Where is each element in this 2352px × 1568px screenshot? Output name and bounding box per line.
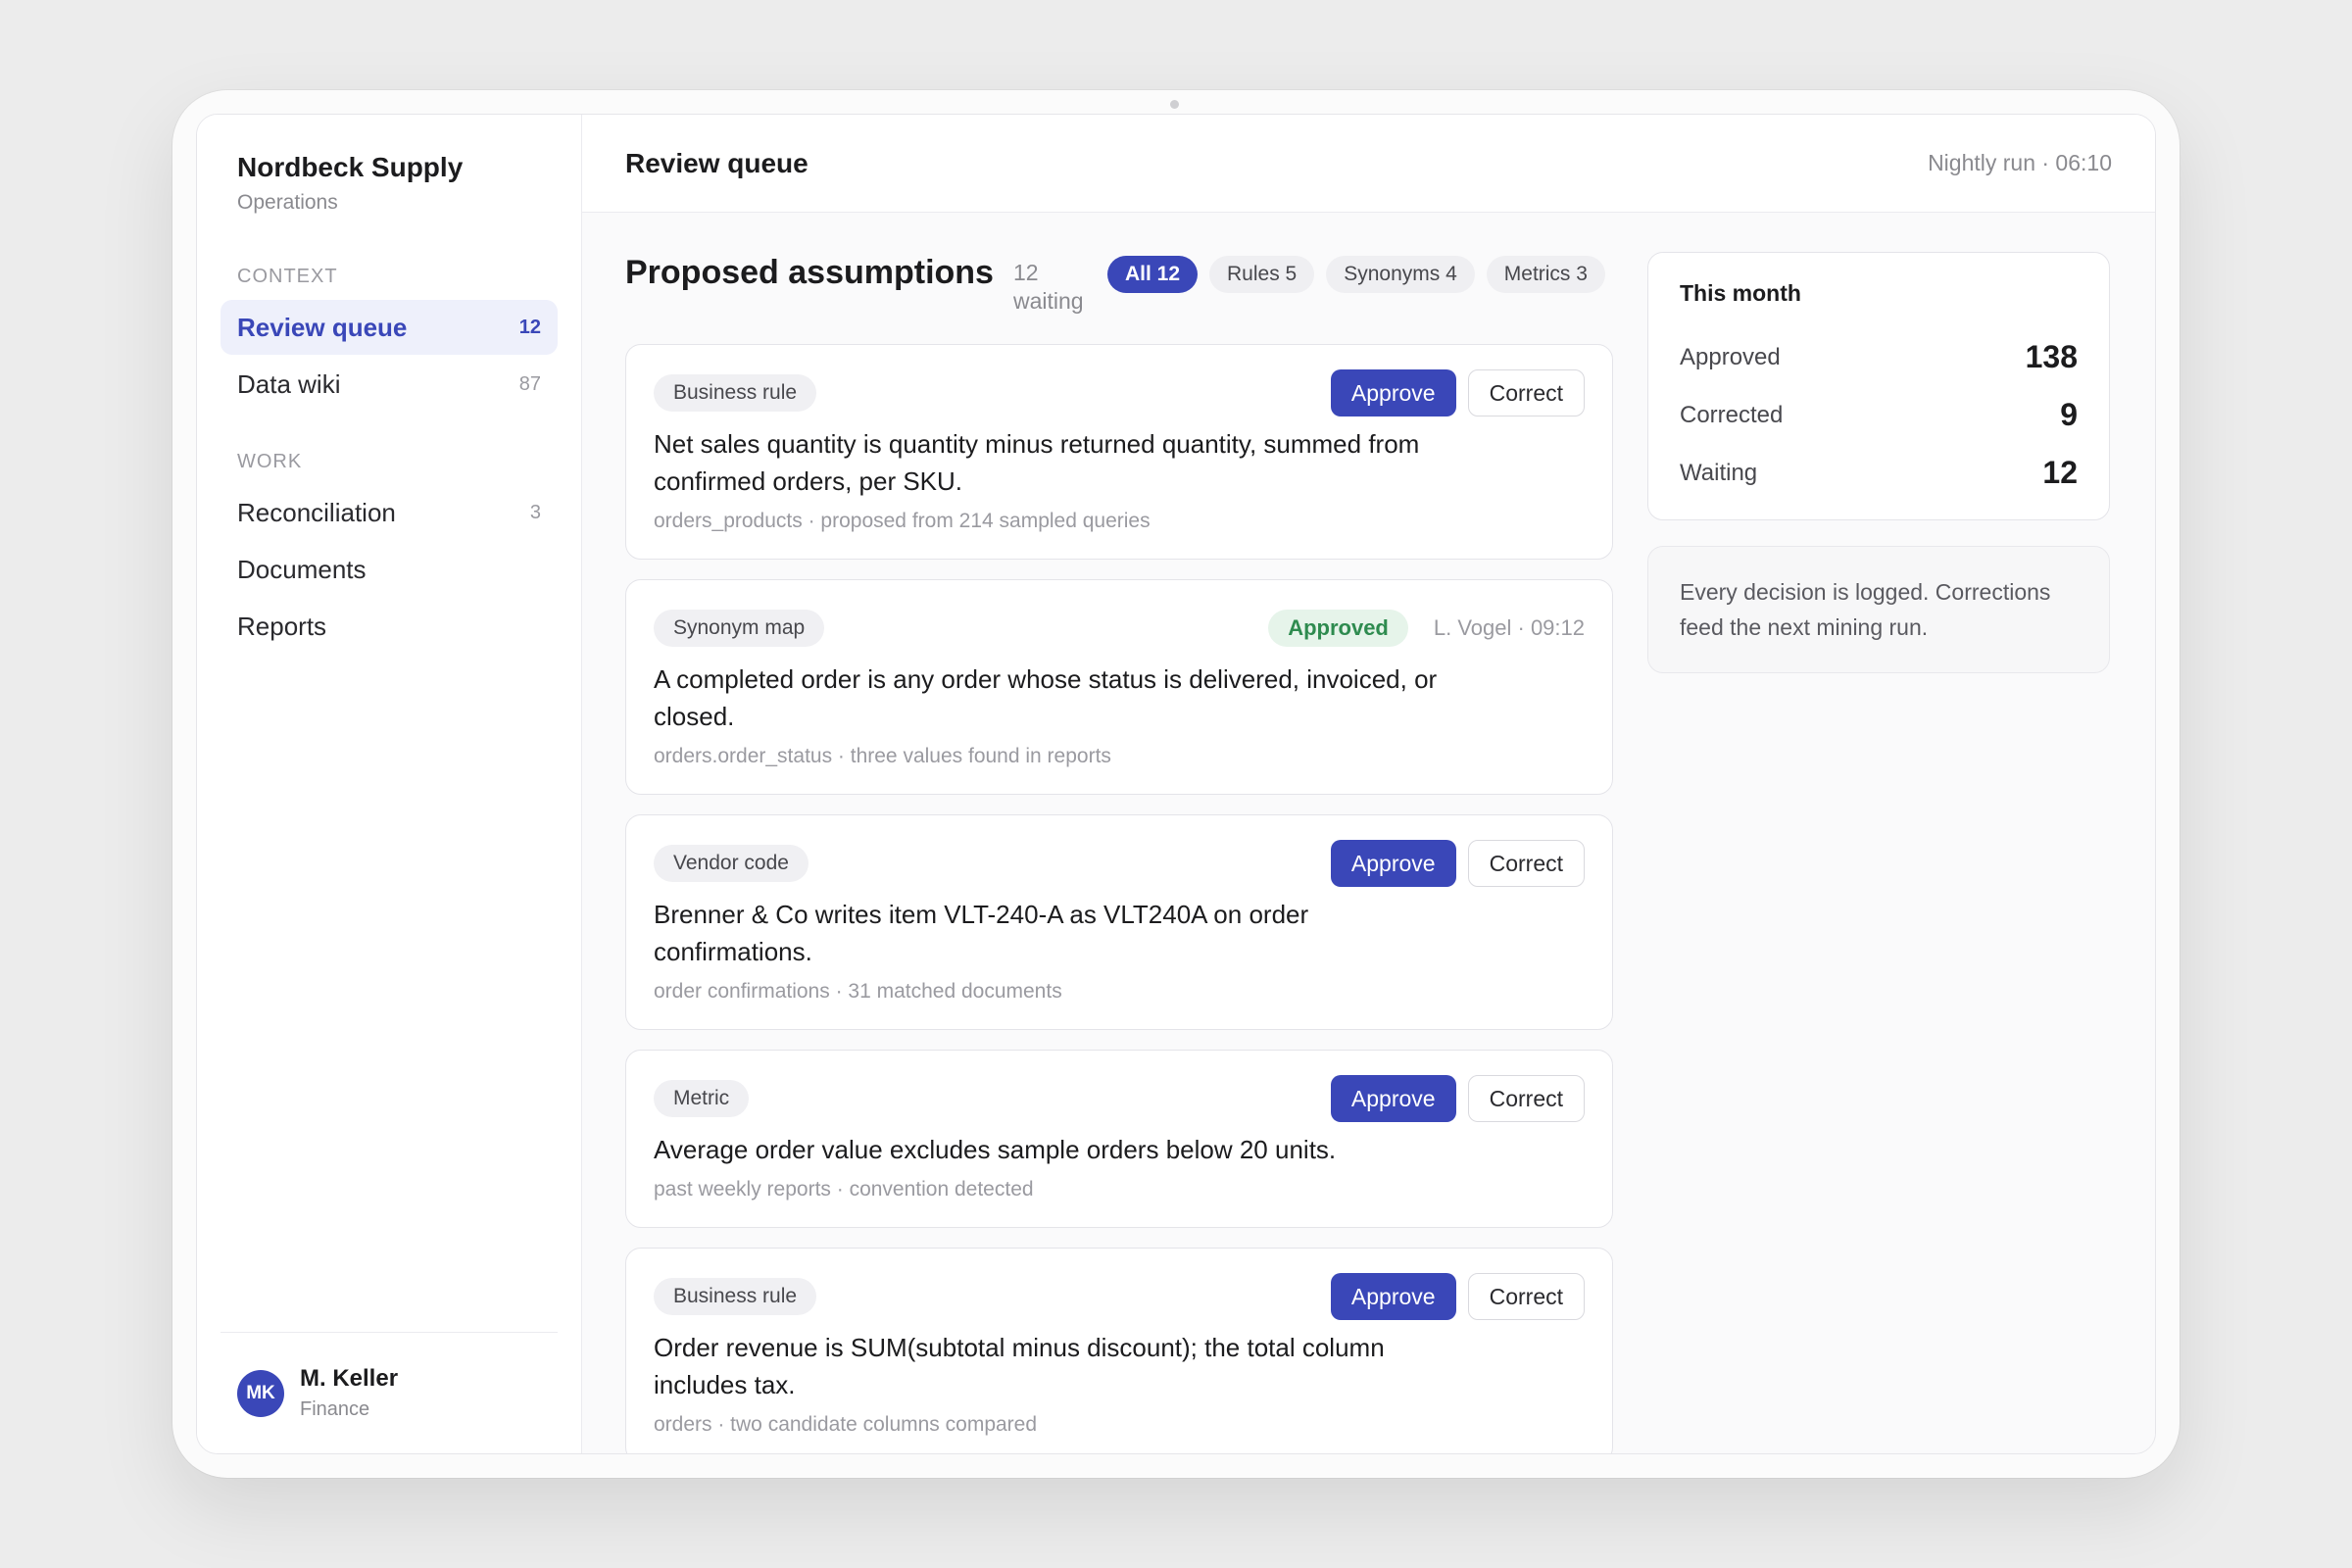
sidebar: Nordbeck Supply Operations CONTEXT Review…	[197, 115, 582, 1453]
main-area: Review queue Nightly run · 06:10 Propose…	[582, 115, 2155, 1453]
sidebar-item-reconciliation[interactable]: Reconciliation 3	[220, 485, 558, 540]
app-window: Nordbeck Supply Operations CONTEXT Review…	[196, 114, 2156, 1454]
assumption-source: past weekly reports · convention detecte…	[654, 1178, 1034, 1200]
assumption-text: Order revenue is SUM(subtotal minus disc…	[654, 1333, 1385, 1399]
correct-button[interactable]: Correct	[1467, 1273, 1585, 1320]
sidebar-item-reports[interactable]: Reports	[220, 599, 558, 654]
assumption-text: Net sales quantity is quantity minus ret…	[654, 429, 1420, 496]
card-header: Business rule Approve Correct	[654, 369, 1585, 416]
sidebar-item-label: Documents	[237, 554, 367, 584]
approved-badge: Approved	[1268, 610, 1408, 647]
stats-title: This month	[1680, 280, 1801, 306]
card-header: Business rule Approve Correct	[654, 1273, 1585, 1320]
filter-chips: All 12 Rules 5 Synonyms 4 Metrics 3	[1106, 256, 1605, 293]
stat-list: Approved 138 Corrected 9 Waiting 12	[1680, 328, 2078, 502]
category-tag: Business rule	[654, 1278, 817, 1315]
card-list: Business rule Approve Correct Net sales qua…	[625, 344, 1613, 1453]
assumption-source: orders_products · proposed from 214 samp…	[654, 510, 1151, 532]
topbar: Review queue Nightly run · 06:10	[582, 115, 2155, 213]
correct-button[interactable]: Correct	[1467, 369, 1585, 416]
summary-panel: This month Approved 138 Corrected 9 Waiting 1…	[1647, 252, 2110, 673]
camera-dot	[1170, 100, 1179, 109]
assumption-card: Metric Approve Correct Average order value …	[625, 1050, 1613, 1228]
category-tag: Vendor code	[654, 845, 808, 882]
card-header: Synonym map Approved L. Vogel · 09:12	[654, 606, 1585, 651]
sidebar-item-count: 87	[518, 372, 541, 395]
card-actions: Approve Correct	[1330, 840, 1585, 887]
assumption-source: orders.order_status · three values found…	[654, 745, 1111, 767]
sidebar-item-data-wiki[interactable]: Data wiki 87	[220, 357, 558, 412]
queue-section: Proposed assumptions 12 waiting All 12 Ru…	[625, 252, 1613, 1453]
filter-chip-synonyms[interactable]: Synonyms 4	[1326, 256, 1475, 293]
stat-row-waiting: Waiting 12	[1680, 444, 2078, 502]
assumption-source: orders · two candidate columns compared	[654, 1413, 1038, 1436]
sidebar-item-label: Reconciliation	[237, 497, 396, 527]
correct-button[interactable]: Correct	[1467, 1075, 1585, 1122]
stat-label: Waiting	[1680, 459, 1758, 486]
nav-section-label: CONTEXT	[237, 266, 338, 287]
brand-subtitle: Operations	[237, 191, 338, 214]
category-tag: Metric	[654, 1080, 750, 1117]
assumption-card: Business rule Approve Correct Net sales qua…	[625, 344, 1613, 560]
sidebar-item-label: Data wiki	[237, 368, 341, 399]
assumption-card: Vendor code Approve Correct Brenner & Co wr…	[625, 814, 1613, 1030]
page-title: Review queue	[625, 147, 808, 178]
stats-card: This month Approved 138 Corrected 9 Waiting 1…	[1647, 252, 2110, 520]
sidebar-item-count: 12	[518, 316, 541, 338]
sidebar-item-documents[interactable]: Documents	[220, 542, 558, 597]
sidebar-item-review-queue[interactable]: Review queue 12	[220, 300, 558, 355]
stat-value: 12	[2042, 455, 2078, 490]
filter-chip-metrics[interactable]: Metrics 3	[1486, 256, 1605, 293]
section-title: Proposed assumptions	[625, 254, 994, 291]
approved-by: L. Vogel · 09:12	[1433, 615, 1585, 640]
user-info: M. Keller Finance	[300, 1365, 398, 1421]
card-actions: Approved L. Vogel · 09:12	[1268, 610, 1585, 647]
stat-value: 138	[2025, 339, 2078, 374]
user-profile[interactable]: MK M. Keller Finance	[220, 1332, 558, 1453]
assumption-text: A completed order is any order whose sta…	[654, 664, 1438, 731]
avatar: MK	[237, 1369, 284, 1417]
queue-header: Proposed assumptions 12 waiting All 12 Ru…	[625, 252, 1613, 344]
stat-row-approved: Approved 138	[1680, 328, 2078, 386]
card-actions: Approve Correct	[1330, 1273, 1585, 1320]
correct-button[interactable]: Correct	[1467, 840, 1585, 887]
sidebar-item-label: Review queue	[237, 312, 408, 342]
category-tag: Business rule	[654, 374, 817, 412]
sidebar-nav: CONTEXT Review queue 12 Data wiki 87 WORK Reco…	[220, 266, 558, 654]
sidebar-item-count: 3	[529, 501, 541, 523]
approve-button[interactable]: Approve	[1330, 1075, 1456, 1122]
nav-section-label: WORK	[237, 451, 303, 472]
stat-row-corrected: Corrected 9	[1680, 386, 2078, 444]
assumption-source: order confirmations · 31 matched documen…	[654, 980, 1062, 1003]
assumption-card: Business rule Approve Correct Order revenue…	[625, 1248, 1613, 1453]
waiting-count: 12 waiting	[1012, 260, 1084, 314]
card-header: Vendor code Approve Correct	[654, 840, 1585, 887]
user-name: M. Keller	[300, 1365, 399, 1392]
card-actions: Approve Correct	[1330, 1075, 1585, 1122]
assumption-card: Synonym map Approved L. Vogel · 09:12 A com…	[625, 579, 1613, 795]
brand-name: Nordbeck Supply	[237, 152, 464, 182]
stat-label: Corrected	[1680, 401, 1784, 428]
approve-button[interactable]: Approve	[1330, 369, 1456, 416]
user-role: Finance	[300, 1398, 370, 1420]
stat-value: 9	[2060, 397, 2078, 432]
stat-label: Approved	[1680, 343, 1781, 370]
run-status: Nightly run · 06:10	[1928, 150, 2112, 175]
assumption-text: Average order value excludes sample orde…	[654, 1135, 1337, 1164]
card-actions: Approve Correct	[1330, 369, 1585, 416]
card-header: Metric Approve Correct	[654, 1075, 1585, 1122]
assumption-text: Brenner & Co writes item VLT-240-A as VL…	[654, 900, 1309, 966]
category-tag: Synonym map	[654, 610, 825, 647]
approve-button[interactable]: Approve	[1330, 1273, 1456, 1320]
approve-button[interactable]: Approve	[1330, 840, 1456, 887]
info-note: Every decision is logged. Corrections fe…	[1647, 546, 2110, 673]
sidebar-item-label: Reports	[237, 611, 327, 641]
filter-chip-rules[interactable]: Rules 5	[1209, 256, 1315, 293]
filter-chip-all[interactable]: All 12	[1106, 256, 1198, 293]
